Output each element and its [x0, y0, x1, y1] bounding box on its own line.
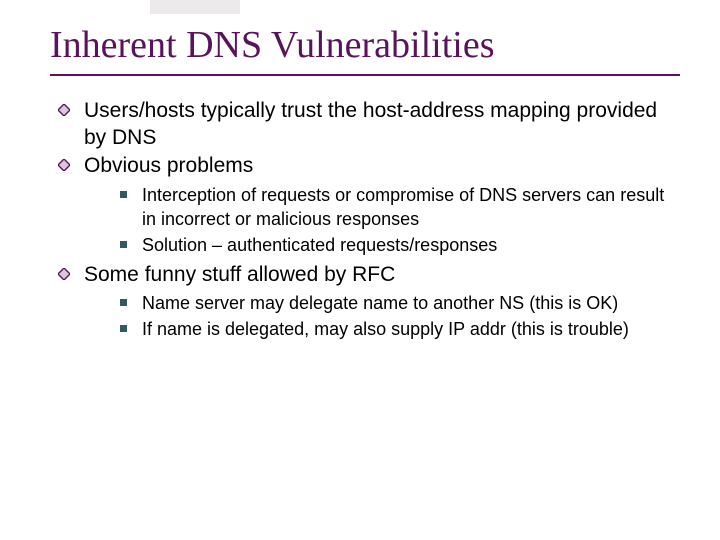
bullet-text: Obvious problems: [84, 154, 253, 177]
bullet-text: Users/hosts typically trust the host-add…: [84, 99, 657, 149]
title-block: Inherent DNS Vulnerabilities: [40, 24, 680, 76]
slide-title: Inherent DNS Vulnerabilities: [50, 24, 680, 68]
sub-bullet-list: Name server may delegate name to another…: [84, 292, 670, 342]
bullet-list: Users/hosts typically trust the host-add…: [40, 98, 680, 342]
list-item: Solution – authenticated requests/respon…: [120, 234, 670, 258]
bullet-text: Interception of requests or compromise o…: [142, 185, 664, 229]
diamond-bullet-icon: [58, 159, 70, 171]
list-item: Some funny stuff allowed by RFC Name ser…: [58, 262, 670, 342]
bullet-text: Some funny stuff allowed by RFC: [84, 263, 395, 286]
list-item: Obvious problems Interception of request…: [58, 153, 670, 257]
list-item: If name is delegated, may also supply IP…: [120, 318, 670, 342]
square-bullet-icon: [120, 299, 127, 306]
square-bullet-icon: [120, 325, 127, 332]
decorative-tab: [150, 0, 240, 14]
square-bullet-icon: [120, 241, 127, 248]
list-item: Name server may delegate name to another…: [120, 292, 670, 316]
diamond-bullet-icon: [58, 104, 70, 116]
slide: Inherent DNS Vulnerabilities Users/hosts…: [0, 0, 720, 540]
square-bullet-icon: [120, 191, 127, 198]
list-item: Users/hosts typically trust the host-add…: [58, 98, 670, 152]
bullet-text: Name server may delegate name to another…: [142, 293, 618, 313]
sub-bullet-list: Interception of requests or compromise o…: [84, 184, 670, 257]
title-underline: [50, 74, 680, 76]
diamond-bullet-icon: [58, 268, 70, 280]
list-item: Interception of requests or compromise o…: [120, 184, 670, 232]
bullet-text: Solution – authenticated requests/respon…: [142, 235, 497, 255]
bullet-text: If name is delegated, may also supply IP…: [142, 319, 629, 339]
